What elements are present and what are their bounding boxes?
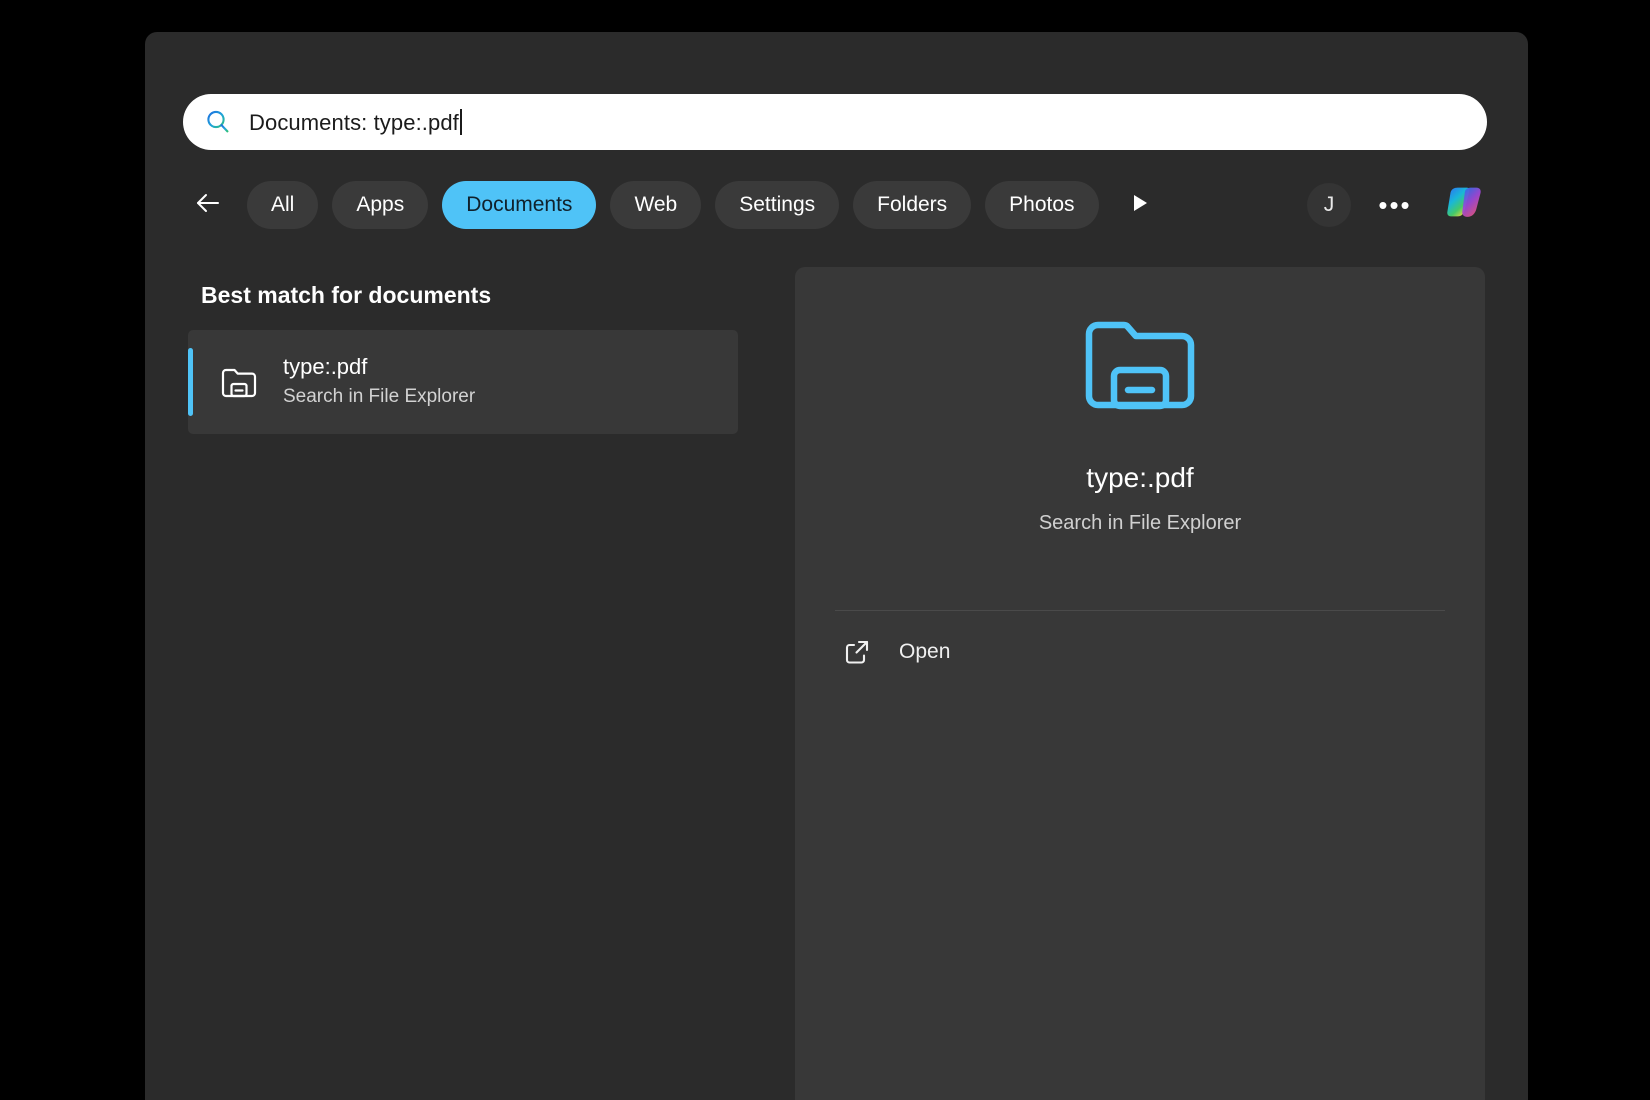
avatar-initial: J xyxy=(1324,193,1335,217)
list-item-text: type:.pdf Search in File Explorer xyxy=(283,353,475,410)
search-query-text: Documents: type:.pdf xyxy=(249,110,459,135)
results-pane: Best match for documents type:.pdf Searc… xyxy=(145,254,795,1100)
tab-web[interactable]: Web xyxy=(610,181,701,229)
preview-pane: type:.pdf Search in File Explorer Open xyxy=(795,267,1485,1100)
tab-settings[interactable]: Settings xyxy=(715,181,839,229)
windows-search-window: Documents: type:.pdf All Apps Documents … xyxy=(145,32,1528,1100)
file-explorer-folder-icon xyxy=(1082,312,1198,416)
tab-all[interactable]: All xyxy=(247,181,318,229)
preview-subtitle: Search in File Explorer xyxy=(795,512,1485,535)
open-external-icon xyxy=(843,638,871,666)
open-button-label: Open xyxy=(899,640,950,664)
file-explorer-folder-icon xyxy=(219,362,259,402)
back-button[interactable] xyxy=(183,180,233,230)
tab-web-label: Web xyxy=(634,193,677,217)
tab-documents[interactable]: Documents xyxy=(442,181,596,229)
tab-apps[interactable]: Apps xyxy=(332,181,428,229)
list-item-title: type:.pdf xyxy=(283,353,475,382)
list-item-subtitle: Search in File Explorer xyxy=(283,384,475,411)
tab-photos[interactable]: Photos xyxy=(985,181,1098,229)
tab-folders-label: Folders xyxy=(877,193,947,217)
tab-settings-label: Settings xyxy=(739,193,815,217)
ellipsis-icon: ••• xyxy=(1378,190,1411,221)
selection-accent-bar xyxy=(188,348,193,416)
search-icon xyxy=(205,109,231,135)
tab-all-label: All xyxy=(271,193,294,217)
divider xyxy=(835,610,1445,611)
play-triangle-icon xyxy=(1127,191,1151,220)
tab-apps-label: Apps xyxy=(356,193,404,217)
avatar[interactable]: J xyxy=(1307,183,1351,227)
tab-documents-label: Documents xyxy=(466,193,572,217)
overflow-menu-button[interactable]: ••• xyxy=(1373,183,1417,227)
results-heading: Best match for documents xyxy=(201,282,491,309)
preview-title: type:.pdf xyxy=(795,462,1485,494)
search-input-value: Documents: type:.pdf xyxy=(249,109,462,136)
text-cursor xyxy=(460,109,462,135)
back-arrow-icon xyxy=(193,188,223,223)
tab-folders[interactable]: Folders xyxy=(853,181,971,229)
copilot-button[interactable] xyxy=(1439,181,1487,229)
filter-tab-bar: All Apps Documents Web Settings Folders … xyxy=(183,172,1487,238)
copilot-icon xyxy=(1440,180,1486,231)
tab-photos-label: Photos xyxy=(1009,193,1074,217)
open-button[interactable]: Open xyxy=(817,619,1463,685)
more-tabs-button[interactable] xyxy=(1113,180,1165,230)
list-item[interactable]: type:.pdf Search in File Explorer xyxy=(188,330,738,434)
search-input[interactable]: Documents: type:.pdf xyxy=(183,94,1487,150)
